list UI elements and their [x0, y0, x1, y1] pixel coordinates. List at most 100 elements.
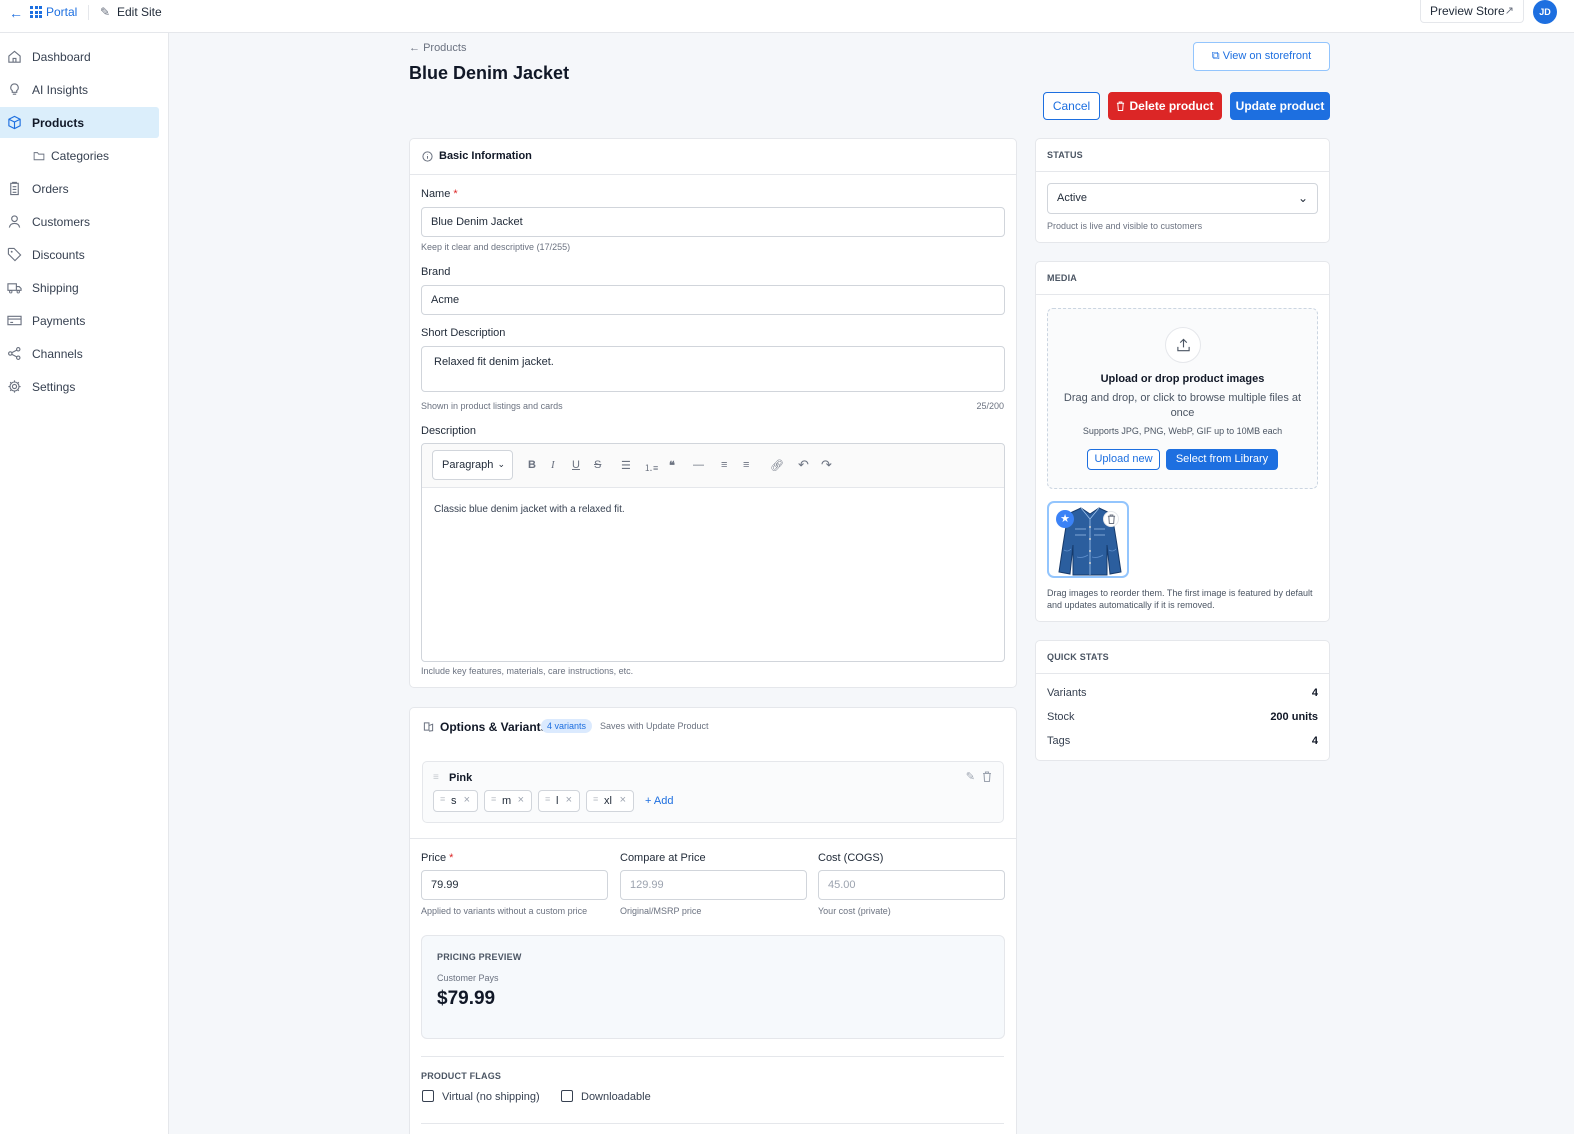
cost-input[interactable]: 45.00: [818, 870, 1005, 900]
add-option-value-button[interactable]: + Add: [645, 795, 673, 807]
virtual-label: Virtual (no shipping): [442, 1091, 540, 1103]
cost-hint: Your cost (private): [818, 906, 891, 916]
chevron-down-icon: ⌄: [1297, 191, 1308, 205]
sidebar-item-label: AI Insights: [32, 83, 89, 97]
remove-icon[interactable]: ×: [566, 794, 572, 806]
basic-information-card: Basic Information Name * Blue Denim Jack…: [409, 138, 1017, 688]
grid-icon[interactable]: [30, 6, 42, 18]
link-icon[interactable]: 🔗︎: [770, 459, 784, 472]
name-input[interactable]: Blue Denim Jacket: [421, 207, 1005, 237]
card-header: QUICK STATS: [1036, 641, 1329, 674]
option-value-chip[interactable]: ≡ xl ×: [586, 790, 634, 812]
description-hint: Include key features, materials, care in…: [421, 666, 634, 676]
status-select[interactable]: Active ⌄: [1047, 183, 1318, 214]
upload-dropzone[interactable]: Upload or drop product images Drag and d…: [1047, 308, 1318, 489]
sidebar: Dashboard AI Insights Products Categorie…: [0, 33, 169, 1134]
remove-icon[interactable]: ×: [464, 794, 470, 806]
drag-handle-icon: ≡: [491, 794, 497, 804]
preview-store-button[interactable]: Preview Store ↗: [1420, 0, 1524, 23]
sidebar-item-label: Dashboard: [32, 50, 91, 64]
name-label: Name *: [421, 188, 458, 200]
upload-support: Supports JPG, PNG, WebP, GIF up to 10MB …: [1082, 426, 1283, 436]
option-name: Pink: [449, 772, 473, 784]
compare-price-input[interactable]: 129.99: [620, 870, 807, 900]
align-left-icon[interactable]: ≡: [721, 459, 727, 471]
product-image-thumbnail[interactable]: ★: [1047, 501, 1129, 578]
edit-icon[interactable]: ✎: [966, 770, 975, 783]
option-value-chip[interactable]: ≡ s ×: [433, 790, 478, 812]
media-title: MEDIA: [1047, 273, 1077, 283]
price-input[interactable]: 79.99: [421, 870, 608, 900]
media-card: MEDIA Upload or drop product images Drag…: [1035, 261, 1330, 622]
clipboard-icon: [10, 181, 19, 196]
sidebar-item-dashboard[interactable]: Dashboard: [0, 41, 159, 72]
featured-star-icon[interactable]: ★: [1056, 510, 1074, 528]
brand-input[interactable]: Acme: [421, 285, 1005, 315]
format-select[interactable]: Paragraph ⌄: [432, 450, 513, 480]
remove-icon[interactable]: ×: [620, 794, 626, 806]
external-link-icon: ⧉: [1211, 50, 1223, 62]
quote-icon[interactable]: ❝: [669, 459, 675, 472]
cancel-button[interactable]: Cancel: [1043, 92, 1100, 120]
trash-icon[interactable]: [1103, 511, 1119, 527]
horizontal-rule-icon[interactable]: —: [693, 459, 704, 471]
downloadable-checkbox[interactable]: [561, 1090, 573, 1102]
avatar[interactable]: JD: [1533, 0, 1557, 24]
sidebar-item-channels[interactable]: Channels: [0, 338, 159, 369]
bold-icon[interactable]: B: [528, 459, 536, 471]
product-flags-title: PRODUCT FLAGS: [421, 1071, 502, 1081]
pencil-icon: ✎: [100, 5, 111, 19]
option-value-chip[interactable]: ≡ m ×: [484, 790, 532, 812]
trash-icon[interactable]: [982, 771, 992, 782]
underline-icon[interactable]: U: [572, 459, 580, 471]
upload-new-button[interactable]: Upload new: [1087, 449, 1160, 470]
sidebar-item-label: Products: [32, 116, 85, 130]
undo-icon[interactable]: ↶: [798, 457, 809, 473]
divider: [410, 838, 1016, 839]
align-center-icon[interactable]: ≡: [743, 459, 749, 471]
sidebar-item-orders[interactable]: Orders: [0, 173, 159, 204]
truck-icon: [7, 283, 22, 294]
option-value-chip[interactable]: ≡ l ×: [538, 790, 580, 812]
numbered-list-icon[interactable]: ⒈≡: [644, 461, 658, 474]
sidebar-item-payments[interactable]: Payments: [0, 305, 159, 336]
italic-icon[interactable]: I: [551, 459, 555, 471]
edit-site-link[interactable]: Edit Site: [117, 5, 162, 19]
drag-handle-icon: ≡: [545, 794, 551, 804]
preview-store-label: Preview Store: [1430, 4, 1505, 18]
status-hint: Product is live and visible to customers: [1047, 221, 1203, 231]
virtual-checkbox[interactable]: [422, 1090, 434, 1102]
required-marker: *: [453, 188, 458, 200]
redo-icon[interactable]: ↷: [821, 457, 832, 473]
sidebar-item-customers[interactable]: Customers: [0, 206, 159, 237]
sidebar-item-categories[interactable]: Categories: [0, 140, 159, 171]
chevron-down-icon: ⌄: [497, 459, 505, 469]
view-storefront-button[interactable]: ⧉ View on storefront: [1193, 42, 1330, 71]
portal-link[interactable]: Portal: [46, 5, 77, 19]
delete-product-button[interactable]: Delete product: [1108, 92, 1222, 120]
option-value-label: s: [451, 795, 457, 807]
sidebar-item-ai-insights[interactable]: AI Insights: [0, 74, 159, 105]
sidebar-item-products[interactable]: Products: [0, 107, 159, 138]
description-content[interactable]: Classic blue denim jacket with a relaxed…: [434, 504, 625, 515]
strikethrough-icon[interactable]: S: [594, 459, 601, 471]
sidebar-item-discounts[interactable]: Discounts: [0, 239, 159, 270]
sidebar-item-label: Customers: [32, 215, 91, 229]
update-product-button[interactable]: Update product: [1230, 92, 1330, 120]
credit-card-icon: [7, 315, 22, 326]
sidebar-item-settings[interactable]: Settings: [0, 371, 159, 402]
remove-icon[interactable]: ×: [518, 794, 524, 806]
stat-value: 200 units: [1270, 711, 1318, 723]
back-arrow-icon[interactable]: ←: [9, 5, 23, 21]
breadcrumb[interactable]: ← Products: [409, 42, 466, 54]
stat-row-variants: Variants 4: [1047, 687, 1318, 699]
name-label-text: Name: [421, 188, 451, 200]
compare-price-label: Compare at Price: [620, 852, 706, 864]
select-from-library-button[interactable]: Select from Library: [1166, 449, 1278, 470]
divider: [421, 1123, 1004, 1124]
sidebar-item-shipping[interactable]: Shipping: [0, 272, 159, 303]
bullet-list-icon[interactable]: ☰: [621, 459, 631, 472]
share-icon: [8, 347, 21, 360]
short-description-input[interactable]: Relaxed fit denim jacket.: [421, 346, 1005, 392]
drag-handle-icon[interactable]: ≡: [433, 772, 439, 783]
